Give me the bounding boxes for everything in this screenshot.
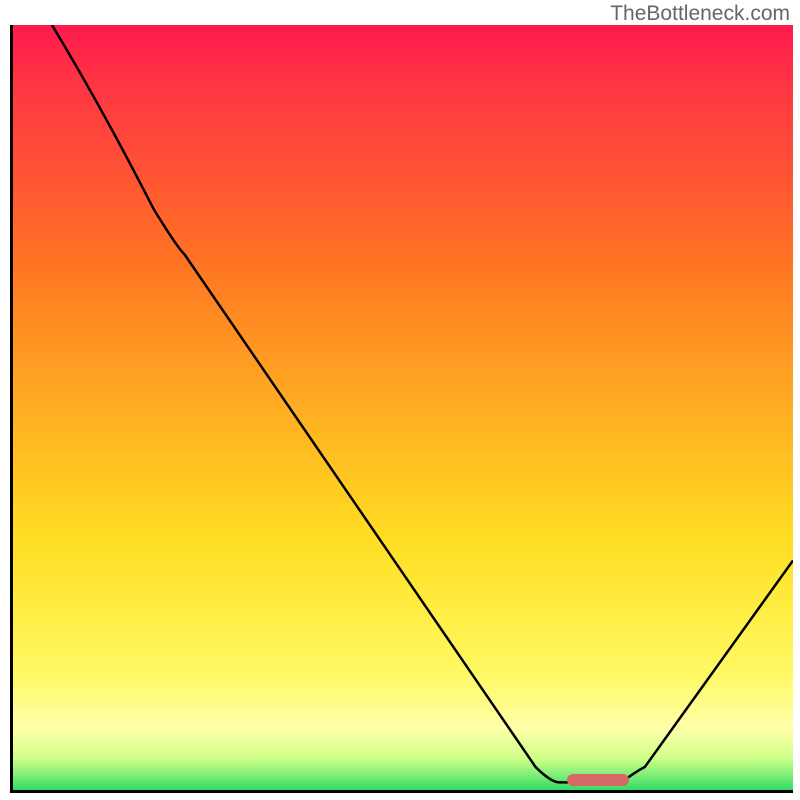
chart-minimum-marker	[567, 774, 629, 786]
watermark-text: TheBottleneck.com	[610, 2, 790, 26]
chart-plot-area	[10, 25, 793, 793]
chart-curve-path	[52, 25, 793, 782]
chart-curve-svg	[13, 25, 793, 790]
